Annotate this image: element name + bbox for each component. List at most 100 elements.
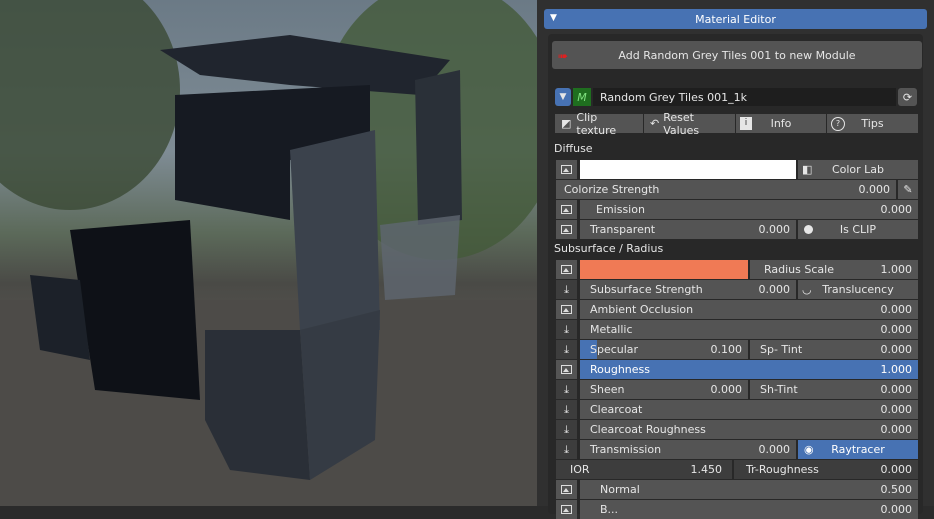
material-editor-header[interactable]: ▼ Material Editor xyxy=(544,9,927,29)
next-slider[interactable]: B... 0.000 xyxy=(580,500,918,519)
transparent-value: 0.000 xyxy=(758,223,791,236)
eye-icon: ◉ xyxy=(804,443,814,456)
refresh-icon[interactable]: ⟳ xyxy=(898,88,917,106)
subsurface-texture-icon[interactable] xyxy=(556,260,577,279)
eyedropper-icon[interactable]: ✎ xyxy=(898,180,918,199)
metallic-slider[interactable]: Metallic 0.000 xyxy=(580,320,918,339)
collapse-icon[interactable]: ▼ xyxy=(550,13,557,23)
sp-tint-slider[interactable]: Sp- Tint 0.000 xyxy=(750,340,918,359)
roughness-texture-icon[interactable] xyxy=(556,360,577,379)
tips-button[interactable]: ? Tips xyxy=(827,114,918,133)
emission-label: Emission xyxy=(596,203,645,216)
colorize-strength-slider[interactable]: Colorize Strength 0.000 xyxy=(556,180,896,199)
ao-label: Ambient Occlusion xyxy=(590,303,694,316)
transmission-value: 0.000 xyxy=(758,443,791,456)
viewport-scene xyxy=(0,0,537,506)
subsurface-strength-slider[interactable]: Subsurface Strength 0.000 xyxy=(580,280,796,299)
ccrough-download-icon[interactable]: ⤓ xyxy=(556,420,577,439)
specular-label: Specular xyxy=(590,343,639,356)
transparent-label: Transparent xyxy=(590,223,656,236)
clearcoat-download-icon[interactable]: ⤓ xyxy=(556,400,577,419)
add-to-module-button[interactable]: ➠ Add Random Grey Tiles 001 to new Modul… xyxy=(552,41,922,69)
reset-values-button[interactable]: ↶ Reset Values xyxy=(644,111,735,137)
clearcoat-label: Clearcoat xyxy=(590,403,643,416)
subsurface-color-swatch[interactable] xyxy=(580,260,748,279)
ao-texture-icon[interactable] xyxy=(556,300,577,319)
tips-label: Tips xyxy=(861,117,884,130)
ccrough-value: 0.000 xyxy=(880,423,913,436)
clip-texture-button[interactable]: ◩ Clip texture xyxy=(555,111,643,137)
clearcoat-slider[interactable]: Clearcoat 0.000 xyxy=(580,400,918,419)
ccrough-label: Clearcoat Roughness xyxy=(590,423,706,436)
specular-slider[interactable]: Specular 0.100 xyxy=(580,340,748,359)
add-button-label: Add Random Grey Tiles 001 to new Module xyxy=(618,48,856,62)
radius-label: Radius Scale xyxy=(764,263,834,276)
help-icon: ? xyxy=(831,116,845,131)
emission-slider[interactable]: Emission 0.000 xyxy=(580,200,918,219)
tr-roughness-label: Tr-Roughness xyxy=(746,463,819,476)
colorize-label: Colorize Strength xyxy=(564,183,660,196)
cube-face-8 xyxy=(380,215,460,300)
normal-value: 0.500 xyxy=(880,483,913,496)
material-icon: M xyxy=(573,88,591,106)
normal-slider[interactable]: Normal 0.500 xyxy=(580,480,918,499)
tr-roughness-value: 0.000 xyxy=(880,463,913,476)
metallic-download-icon[interactable]: ⤓ xyxy=(556,320,577,339)
radius-value: 1.000 xyxy=(880,263,913,276)
radius-scale-slider[interactable]: Radius Scale 1.000 xyxy=(750,260,918,279)
specular-value: 0.100 xyxy=(710,343,743,356)
next-label: B... xyxy=(600,503,619,516)
normal-label: Normal xyxy=(600,483,640,496)
tr-roughness-slider[interactable]: Tr-Roughness 0.000 xyxy=(734,460,918,479)
ao-value: 0.000 xyxy=(880,303,913,316)
translucency-toggle[interactable]: ◡ Translucency xyxy=(798,280,918,299)
diffuse-texture-icon[interactable] xyxy=(556,160,577,179)
clip-icon: ◩ xyxy=(561,117,572,130)
sheen-label: Sheen xyxy=(590,383,625,396)
color-lab-label: Color Lab xyxy=(831,163,885,176)
sh-tint-value: 0.000 xyxy=(880,383,913,396)
transparent-texture-icon[interactable] xyxy=(556,220,577,239)
clearcoat-roughness-slider[interactable]: Clearcoat Roughness 0.000 xyxy=(580,420,918,439)
reset-icon: ↶ xyxy=(650,117,660,130)
diffuse-color-swatch[interactable] xyxy=(580,160,796,179)
next-texture-icon[interactable] xyxy=(556,500,577,519)
is-clip-label: Is CLIP xyxy=(839,223,877,236)
ambient-occlusion-slider[interactable]: Ambient Occlusion 0.000 xyxy=(580,300,918,319)
transparent-slider[interactable]: Transparent 0.000 xyxy=(580,220,796,239)
radio-icon xyxy=(804,225,813,234)
roughness-value: 1.000 xyxy=(880,363,913,376)
transmission-download-icon[interactable]: ⤓ xyxy=(556,440,577,459)
translucency-label: Translucency xyxy=(822,283,894,296)
sh-tint-slider[interactable]: Sh-Tint 0.000 xyxy=(750,380,918,399)
material-name-field[interactable]: Random Grey Tiles 001_1k xyxy=(593,88,896,106)
sp-tint-value: 0.000 xyxy=(880,343,913,356)
download-icon[interactable]: ⤓ xyxy=(556,280,577,299)
sheen-slider[interactable]: Sheen 0.000 xyxy=(580,380,748,399)
transmission-label: Transmission xyxy=(590,443,662,456)
color-lab-button[interactable]: ◧ Color Lab xyxy=(798,160,918,179)
specular-download-icon[interactable]: ⤓ xyxy=(556,340,577,359)
roughness-label: Roughness xyxy=(590,363,651,376)
emission-value: 0.000 xyxy=(880,203,913,216)
metallic-value: 0.000 xyxy=(880,323,913,336)
next-value: 0.000 xyxy=(880,503,913,516)
roughness-slider[interactable]: Roughness 1.000 xyxy=(580,360,918,379)
strength-value: 0.000 xyxy=(758,283,791,296)
raytracer-label: Raytracer xyxy=(831,443,885,456)
emission-texture-icon[interactable] xyxy=(556,200,577,219)
ior-slider[interactable]: IOR 1.450 xyxy=(556,460,732,479)
normal-texture-icon[interactable] xyxy=(556,480,577,499)
sheen-download-icon[interactable]: ⤓ xyxy=(556,380,577,399)
raytracer-toggle[interactable]: ◉ Raytracer xyxy=(798,440,918,459)
3d-viewport[interactable] xyxy=(0,0,537,506)
diffuse-section-title: Diffuse xyxy=(554,142,593,155)
is-clip-toggle[interactable]: Is CLIP xyxy=(798,220,918,239)
info-label: Info xyxy=(770,117,792,130)
material-dropdown-button[interactable]: ▼ xyxy=(555,88,571,106)
clearcoat-value: 0.000 xyxy=(880,403,913,416)
info-button[interactable]: i Info xyxy=(736,114,826,133)
colorize-value: 0.000 xyxy=(858,183,891,196)
transmission-slider[interactable]: Transmission 0.000 xyxy=(580,440,796,459)
cube-face-3 xyxy=(415,70,462,225)
